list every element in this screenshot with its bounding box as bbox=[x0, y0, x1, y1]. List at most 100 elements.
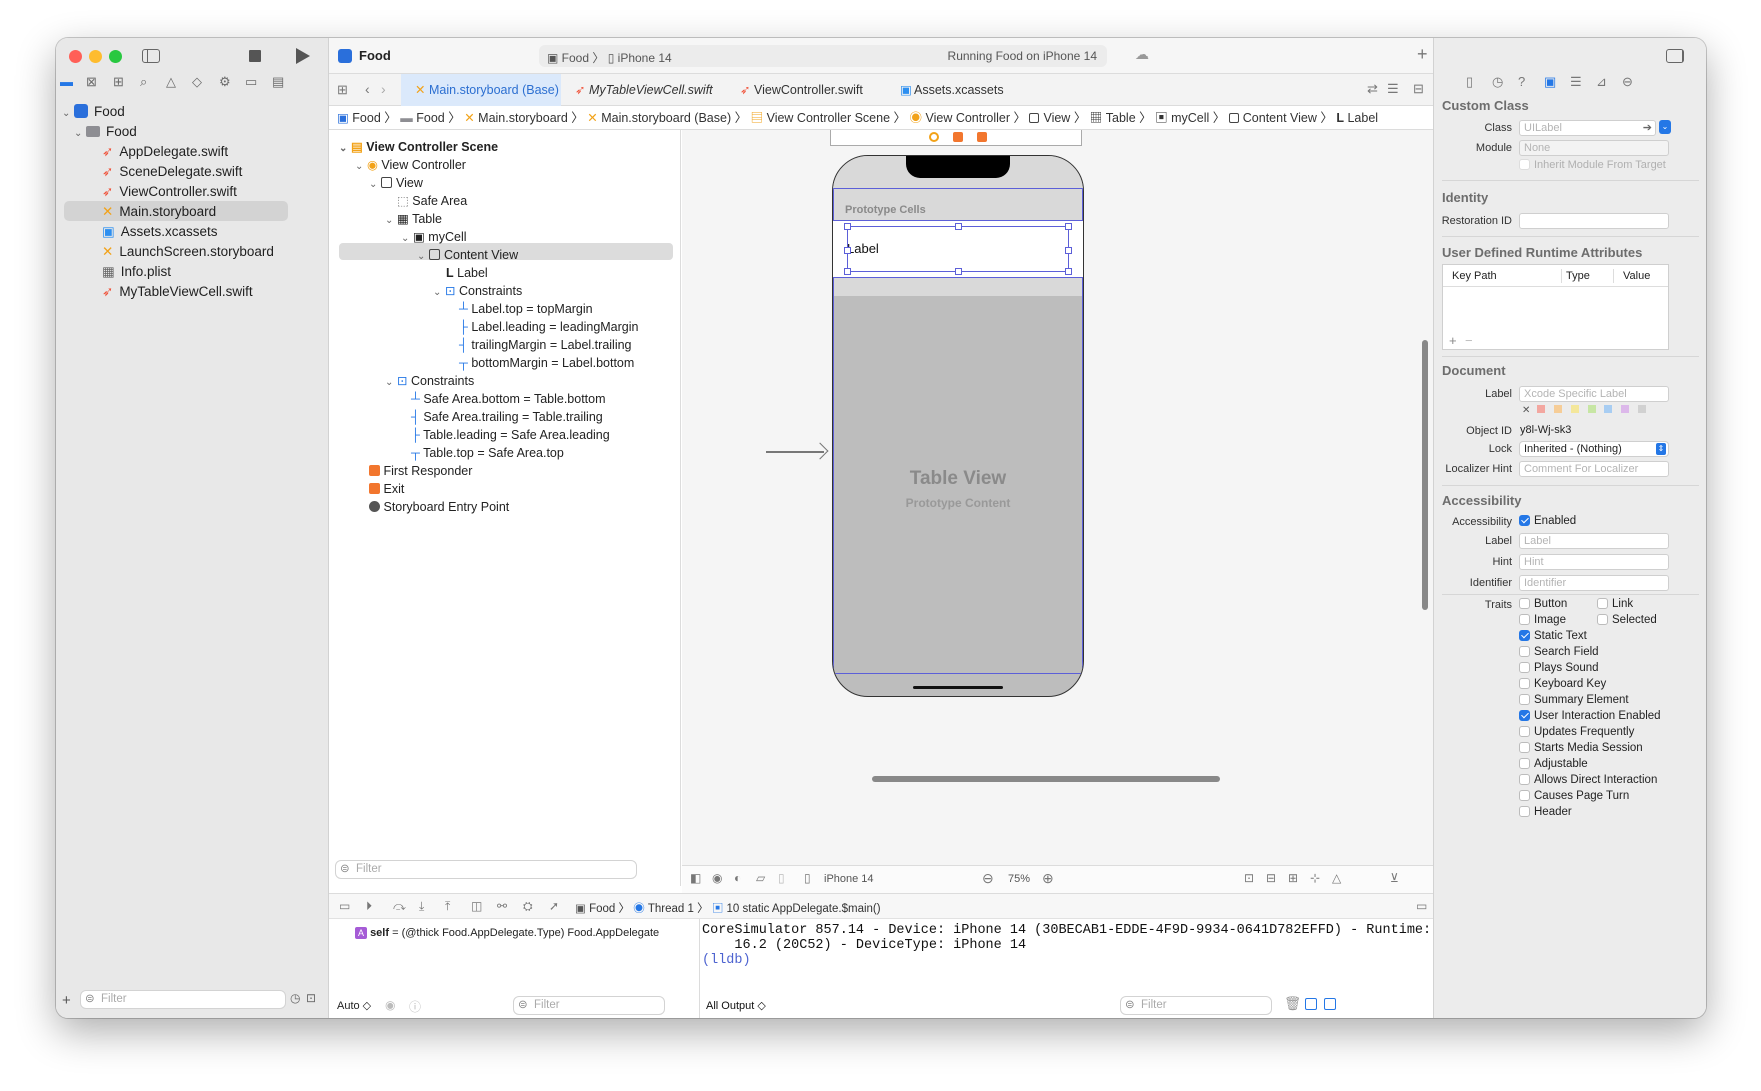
tab-main-storyboard[interactable]: ✕ Main.storyboard (Base) bbox=[401, 74, 561, 106]
accessibility-enabled-checkbox[interactable]: Enabled bbox=[1519, 515, 1576, 527]
accessibility-label-field[interactable]: Label bbox=[1519, 533, 1669, 549]
grid-icon[interactable]: ⊞ bbox=[337, 82, 348, 98]
hide-debug-icon[interactable]: ▭ bbox=[339, 899, 350, 913]
location-icon[interactable]: ➚ bbox=[549, 899, 559, 913]
localizer-hint-field[interactable]: Comment For Localizer bbox=[1519, 461, 1669, 477]
trait-selected[interactable]: Selected bbox=[1597, 614, 1657, 626]
minimize-window-button[interactable] bbox=[89, 50, 102, 63]
vary-traits-icon[interactable]: ▯ bbox=[778, 871, 785, 885]
console-pane-toggle-icon[interactable] bbox=[1324, 998, 1336, 1010]
step-out-icon[interactable]: ⤒ bbox=[445, 899, 450, 914]
outline-mycell[interactable]: ⌄ ▣ myCell bbox=[401, 228, 467, 246]
output-selector[interactable]: All Output ◇ bbox=[706, 999, 766, 1014]
jump-food-folder[interactable]: ▬ Food bbox=[400, 111, 444, 125]
editor-options-icon[interactable]: ☰ bbox=[1387, 81, 1399, 97]
info-icon[interactable]: ⓘ bbox=[409, 998, 421, 1015]
history-inspector-icon[interactable]: ◷ bbox=[1492, 74, 1503, 90]
jump-mycell[interactable]: ▣ myCell bbox=[1155, 111, 1209, 125]
trait-causes-page-turn[interactable]: Causes Page Turn bbox=[1519, 790, 1629, 802]
continue-icon[interactable]: ⏵ bbox=[366, 899, 372, 914]
file-inspector-icon[interactable]: ▯ bbox=[1466, 74, 1473, 90]
accessibility-hint-field[interactable]: Hint bbox=[1519, 554, 1669, 570]
test-icon[interactable]: ◇ bbox=[192, 74, 202, 90]
add-constraints-icon[interactable]: ⊹ bbox=[1310, 871, 1320, 885]
vertical-scrollbar[interactable] bbox=[1422, 340, 1428, 610]
help-inspector-icon[interactable]: ? bbox=[1518, 74, 1525, 89]
outline-constraints-cell[interactable]: ⌄ ⊡ Constraints bbox=[433, 282, 522, 300]
zoom-in-icon[interactable]: ⊕ bbox=[1042, 870, 1054, 887]
tab-mytableviewcell[interactable]: ➶ MyTableViewCell.swift bbox=[561, 74, 726, 106]
close-window-button[interactable] bbox=[69, 50, 82, 63]
nav-item-appdelegate[interactable]: ➶ AppDelegate.swift bbox=[102, 141, 228, 163]
add-library-icon[interactable]: + bbox=[1417, 44, 1428, 65]
dark-mode-icon[interactable]: ◐ bbox=[734, 871, 741, 885]
trash-icon[interactable]: 🗑 bbox=[1284, 998, 1301, 1013]
variable-row[interactable]: A self = (@thick Food.AppDelegate.Type) … bbox=[355, 927, 659, 939]
outline-constraint[interactable]: ┴ Label.top = topMargin bbox=[459, 300, 593, 318]
navigator-filter-input[interactable]: ⊜ Filter bbox=[80, 990, 286, 1009]
split-editor-icon[interactable]: ⊟ bbox=[1413, 81, 1424, 97]
zoom-out-icon[interactable]: ⊖ bbox=[982, 870, 994, 887]
source-control-icon[interactable]: ⊠ bbox=[86, 74, 97, 90]
outline-constraint[interactable]: ┬ Table.top = Safe Area.top bbox=[411, 444, 564, 462]
cell-label-selected[interactable]: Label bbox=[844, 223, 1072, 275]
hide-debug-area-icon[interactable]: ⊻ bbox=[1390, 871, 1399, 885]
outline-filter-input[interactable]: ⊜ Filter bbox=[335, 860, 637, 879]
trait-search-field[interactable]: Search Field bbox=[1519, 646, 1599, 658]
trait-static-text[interactable]: Static Text bbox=[1519, 630, 1587, 642]
remove-attribute-icon[interactable]: − bbox=[1465, 333, 1473, 348]
runtime-attributes-table[interactable]: Key Path Type Value + − bbox=[1442, 264, 1669, 350]
tab-viewcontroller[interactable]: ➶ ViewController.swift bbox=[726, 74, 886, 106]
jump-label[interactable]: L Label bbox=[1336, 111, 1378, 125]
jump-scene[interactable]: ▤ View Controller Scene bbox=[751, 111, 890, 125]
related-items-icon[interactable]: ⇄ bbox=[1367, 81, 1378, 97]
run-icon[interactable] bbox=[296, 48, 310, 64]
outline-constraint[interactable]: ┤ Safe Area.trailing = Table.trailing bbox=[411, 408, 603, 426]
resize-handle[interactable] bbox=[955, 223, 962, 230]
color-label-swatches[interactable]: ✕ bbox=[1522, 405, 1646, 416]
outline-constraint[interactable]: ┤ trailingMargin = Label.trailing bbox=[459, 336, 632, 354]
sidebar-toggle-icon[interactable] bbox=[142, 49, 160, 63]
scheme-selector[interactable]: ▣ Food 〉 ▯ iPhone 14 bbox=[547, 49, 672, 66]
trait-summary-element[interactable]: Summary Element bbox=[1519, 694, 1629, 706]
eye-icon[interactable]: ◉ bbox=[385, 998, 395, 1012]
attributes-inspector-icon[interactable]: ☰ bbox=[1570, 74, 1582, 90]
outline-entry-point[interactable]: Storyboard Entry Point bbox=[369, 498, 509, 516]
lock-popup[interactable]: Inherited - (Nothing) ⇕ bbox=[1519, 441, 1669, 457]
nav-item-launchscreen[interactable]: ✕ LaunchScreen.storyboard bbox=[102, 241, 274, 263]
restoration-id-field[interactable] bbox=[1519, 213, 1669, 229]
resize-handle[interactable] bbox=[955, 268, 962, 275]
zoom-window-button[interactable] bbox=[109, 50, 122, 63]
accessibility-identifier-field[interactable]: Identifier bbox=[1519, 575, 1669, 591]
jump-main-storyboard[interactable]: ✕ Main.storyboard bbox=[464, 111, 568, 125]
jump-content-view[interactable]: Content View bbox=[1228, 111, 1317, 125]
jump-table[interactable]: ▦ Table bbox=[1090, 111, 1136, 125]
environment-icon[interactable]: ⛭ bbox=[523, 899, 533, 914]
source-control-filter-icon[interactable]: ⊡ bbox=[306, 991, 316, 1005]
nav-item-folder[interactable]: ⌄ Food bbox=[74, 121, 137, 143]
tab-assets[interactable]: ▣ Assets.xcassets bbox=[886, 74, 1036, 106]
inherit-module-checkbox[interactable]: Inherit Module From Target bbox=[1519, 159, 1666, 171]
trait-plays-sound[interactable]: Plays Sound bbox=[1519, 662, 1599, 674]
forward-icon[interactable]: › bbox=[381, 81, 386, 97]
outline-constraint[interactable]: ┬ bottomMargin = Label.bottom bbox=[459, 354, 634, 372]
nav-item-infoplist[interactable]: ▦ Info.plist bbox=[102, 261, 171, 283]
step-over-icon[interactable]: ⤼ bbox=[393, 899, 406, 914]
console-toggle-icon[interactable]: ▭ bbox=[1416, 899, 1427, 913]
jump-view[interactable]: View bbox=[1029, 111, 1070, 125]
go-to-icon[interactable]: ➔ bbox=[1643, 121, 1652, 135]
add-attribute-icon[interactable]: + bbox=[1449, 333, 1457, 348]
size-inspector-icon[interactable]: ⊿ bbox=[1596, 74, 1607, 90]
jump-main-storyboard-base[interactable]: ✕ Main.storyboard (Base) bbox=[587, 111, 731, 125]
class-dropdown-icon[interactable]: ⌄ bbox=[1659, 120, 1671, 134]
symbol-icon[interactable]: ⊞ bbox=[113, 74, 124, 90]
no-color-icon[interactable]: ✕ bbox=[1522, 405, 1530, 416]
outline-table[interactable]: ⌄ ▦ Table bbox=[385, 210, 442, 228]
outline-label[interactable]: L Label bbox=[446, 264, 488, 282]
console-filter-input[interactable]: ⊜ Filter bbox=[1120, 996, 1272, 1015]
jump-view-controller[interactable]: ◉ View Controller bbox=[909, 111, 1010, 125]
console-output[interactable]: CoreSimulator 857.14 - Device: iPhone 14… bbox=[700, 919, 1464, 1018]
resize-handle[interactable] bbox=[844, 247, 851, 254]
stop-icon[interactable] bbox=[249, 50, 261, 62]
exit-icon[interactable] bbox=[977, 132, 987, 142]
